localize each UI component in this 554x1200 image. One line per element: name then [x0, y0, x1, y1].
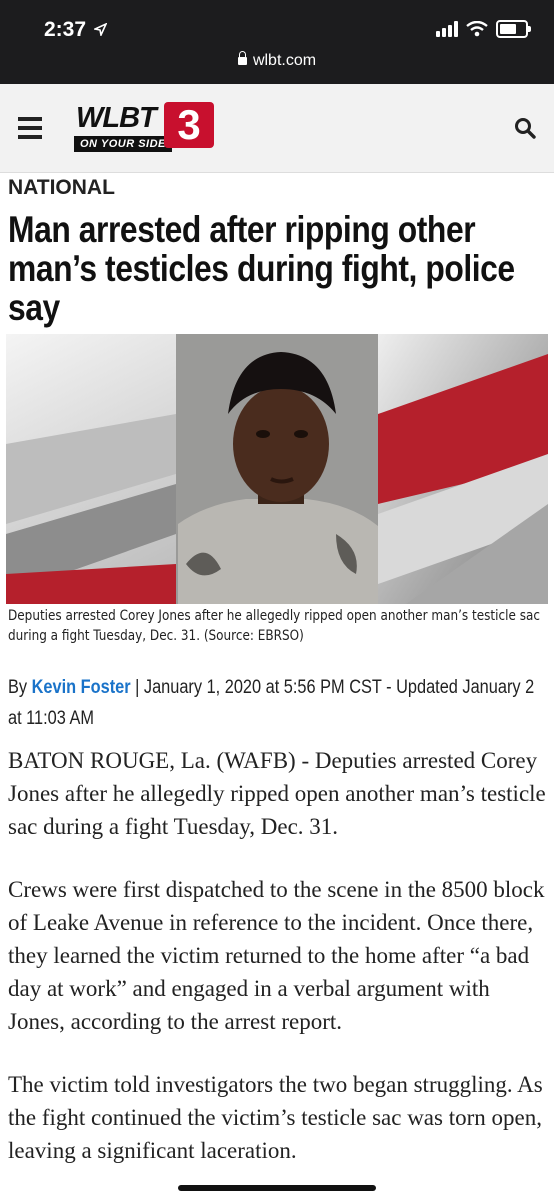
location-arrow-icon	[94, 23, 107, 36]
section-label[interactable]: NATIONAL	[8, 176, 115, 200]
logo-channel-number: 3	[164, 102, 214, 148]
byline: By Kevin Foster | January 1, 2020 at 5:5…	[8, 672, 548, 734]
logo-wordmark: WLBT	[76, 102, 157, 134]
paragraph: The victim told investigators the two be…	[8, 1072, 543, 1163]
author-link[interactable]: Kevin Foster	[32, 677, 131, 698]
search-icon[interactable]	[514, 117, 536, 139]
article-body: BATON ROUGE, La. (WAFB) - Deputies arres…	[8, 744, 548, 1197]
lead-image[interactable]	[6, 334, 548, 604]
logo-tagline: ON YOUR SIDE	[74, 136, 172, 152]
signal-icon	[436, 21, 458, 37]
home-indicator[interactable]	[178, 1185, 376, 1191]
battery-icon	[496, 20, 531, 38]
status-time: 2:37	[44, 18, 87, 41]
paragraph: Crews were first dispatched to the scene…	[8, 877, 545, 1034]
image-caption: Deputies arrested Corey Jones after he a…	[8, 608, 540, 644]
site-header: WLBT ON YOUR SIDE 3	[0, 84, 554, 173]
lock-icon	[237, 51, 247, 65]
url-text: wlbt.com	[252, 52, 317, 69]
article-headline: Man arrested after ripping other man’s t…	[8, 209, 515, 328]
wifi-icon	[466, 21, 488, 37]
status-icons	[436, 20, 531, 38]
mugshot-photo	[6, 334, 548, 604]
menu-icon[interactable]	[18, 117, 42, 144]
paragraph: BATON ROUGE, La. (WAFB) - Deputies arres…	[8, 748, 546, 839]
site-logo[interactable]: WLBT ON YOUR SIDE 3	[74, 102, 216, 158]
browser-chrome: 2:37 wlbt.com	[0, 0, 554, 84]
url-bar[interactable]: wlbt.com	[0, 51, 554, 70]
byline-prefix: By	[8, 677, 32, 698]
